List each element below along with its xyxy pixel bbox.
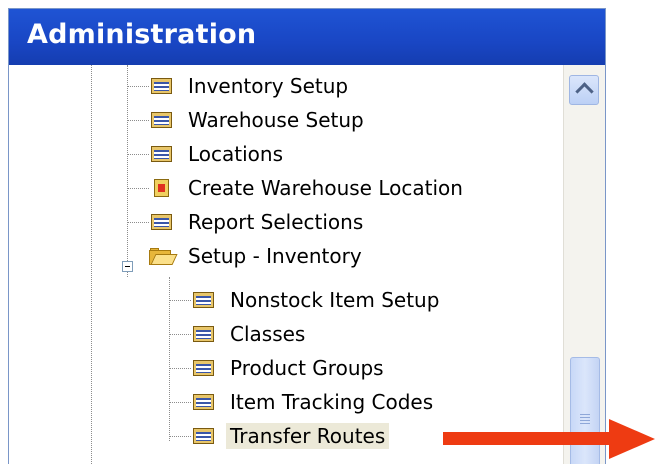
tree-item-label: Warehouse Setup (188, 108, 364, 132)
tree-item-label: Product Groups (230, 356, 384, 380)
tree-connector (127, 222, 149, 223)
tree-connector (169, 300, 191, 301)
form-icon (191, 290, 216, 310)
form-icon (149, 110, 174, 130)
tree-connector (169, 334, 191, 335)
folder-open-icon (149, 246, 178, 266)
scrollbar-thumb[interactable] (570, 357, 600, 464)
tree-item-warehouse-setup[interactable]: Warehouse Setup (149, 106, 368, 134)
form-icon (149, 76, 174, 96)
tree-guide-line (91, 65, 92, 464)
tree-connector (127, 120, 149, 121)
tree-folder-setup-inventory[interactable]: Setup - Inventory (149, 242, 366, 270)
tree-guide-line (169, 277, 170, 441)
tree-item-transfer-routes[interactable]: Transfer Routes (191, 422, 390, 450)
tree-item-nonstock-item-setup[interactable]: Nonstock Item Setup (191, 286, 443, 314)
tree-item-create-warehouse-location[interactable]: Create Warehouse Location (149, 174, 467, 202)
tree-item-classes[interactable]: Classes (191, 320, 309, 348)
scroll-up-button[interactable] (569, 75, 599, 105)
tree-guide-line (127, 65, 128, 277)
tree-item-inventory-setup[interactable]: Inventory Setup (149, 72, 352, 100)
form-icon (191, 324, 216, 344)
tree-item-label: Report Selections (188, 210, 364, 234)
tree-connector (169, 402, 191, 403)
form-icon (191, 392, 216, 412)
form-icon (149, 144, 174, 164)
tree-item-product-groups[interactable]: Product Groups (191, 354, 388, 382)
tree-item-label: Create Warehouse Location (188, 176, 463, 200)
tree-item-label: Nonstock Item Setup (230, 288, 440, 312)
tree-item-label: Setup - Inventory (188, 244, 362, 268)
navigation-tree: Inventory Setup Warehouse Setup Location… (9, 65, 563, 464)
collapse-toggle[interactable] (122, 261, 133, 272)
administration-panel: Administration Inventory Setup Warehouse… (8, 8, 606, 464)
form-icon (191, 358, 216, 378)
tree-item-label: Item Tracking Codes (230, 390, 434, 414)
vertical-scrollbar[interactable] (563, 65, 605, 464)
tree-item-label: Inventory Setup (188, 74, 349, 98)
tree-connector (127, 188, 149, 189)
title-bar: Administration (9, 9, 605, 65)
tree-item-item-tracking-codes[interactable]: Item Tracking Codes (191, 388, 437, 416)
report-icon (149, 178, 174, 198)
tree-connector (169, 436, 191, 437)
tree-item-label: Transfer Routes (226, 423, 390, 449)
tree-item-label: Classes (230, 322, 306, 346)
tree-item-label: Locations (188, 142, 284, 166)
panel-title: Administration (27, 19, 257, 50)
tree-connector (127, 154, 149, 155)
form-icon (191, 426, 216, 446)
tree-item-locations[interactable]: Locations (149, 140, 287, 168)
callout-arrow-shaft (443, 432, 609, 445)
callout-arrow-head (609, 419, 655, 459)
tree-item-report-selections[interactable]: Report Selections (149, 208, 367, 236)
tree-connector (127, 86, 149, 87)
form-icon (149, 212, 174, 232)
tree-connector (169, 368, 191, 369)
